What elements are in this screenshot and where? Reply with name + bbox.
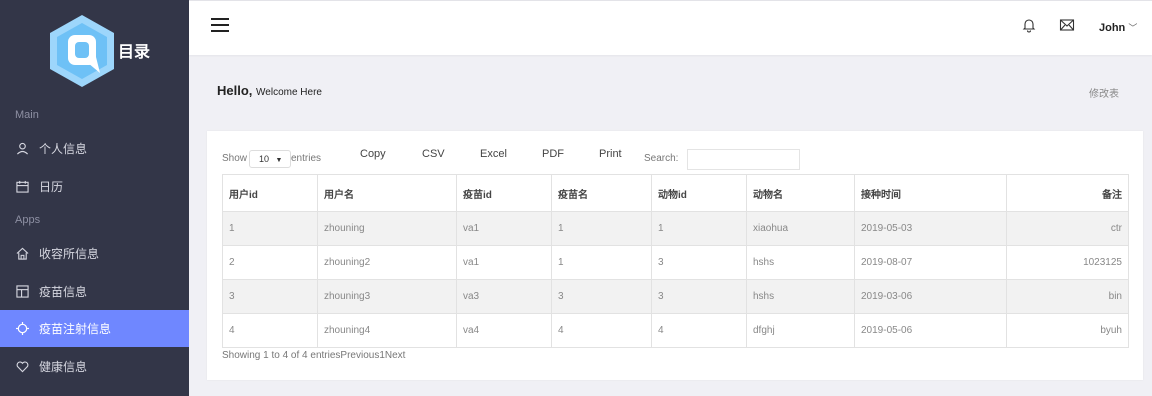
sidebar-item-label: 个人信息 bbox=[39, 142, 88, 156]
table-cell: 2019-05-06 bbox=[854, 313, 1007, 348]
table-cell: va3 bbox=[456, 279, 552, 314]
column-header[interactable]: 接种时间 bbox=[854, 174, 1007, 212]
logo-text: 目录 bbox=[118, 44, 151, 61]
pdf-button[interactable]: PDF bbox=[542, 148, 564, 160]
layout-icon bbox=[15, 285, 29, 299]
user-name: John bbox=[1099, 22, 1126, 34]
vaccination-table: 用户id 用户名 疫苗id 疫苗名 动物id 动物名 接种时间 备注 1 zho… bbox=[222, 174, 1129, 348]
menu-toggle-icon[interactable] bbox=[211, 18, 229, 32]
calendar-icon bbox=[15, 180, 29, 194]
sidebar-item-label: 疫苗信息 bbox=[39, 285, 88, 299]
column-header[interactable]: 动物名 bbox=[746, 174, 855, 212]
sidebar-item-shelter[interactable]: 收容所信息 bbox=[0, 235, 189, 272]
table-cell: 1 bbox=[222, 211, 318, 246]
search-label: Search: bbox=[644, 153, 679, 164]
table-cell: va1 bbox=[456, 211, 552, 246]
excel-button[interactable]: Excel bbox=[480, 148, 507, 160]
table-cell: xiaohua bbox=[746, 211, 855, 246]
greeting-subtitle: Welcome Here bbox=[256, 87, 322, 98]
mail-icon[interactable] bbox=[1059, 17, 1075, 33]
home-icon bbox=[15, 247, 29, 261]
table-cell: 2019-03-06 bbox=[854, 279, 1007, 314]
section-main: Main bbox=[15, 109, 39, 121]
table-cell: bin bbox=[1006, 279, 1129, 314]
table-cell: va1 bbox=[456, 245, 552, 280]
table-cell: 1 bbox=[551, 245, 652, 280]
table-header-row: 用户id 用户名 疫苗id 疫苗名 动物id 动物名 接种时间 备注 bbox=[222, 174, 1129, 212]
section-apps: Apps bbox=[15, 214, 41, 226]
heart-icon bbox=[15, 360, 29, 374]
greeting-title: Hello, bbox=[217, 83, 253, 98]
sidebar-item-label: 健康信息 bbox=[39, 360, 88, 374]
sidebar-item-label: 疫苗注射信息 bbox=[39, 322, 112, 336]
show-label: Show bbox=[222, 153, 248, 164]
column-header[interactable]: 备注 bbox=[1006, 174, 1129, 212]
table-row: 4 zhouning4 va4 4 4 dfghj 2019-05-06 byu… bbox=[222, 313, 1129, 348]
sidebar-item-vaccination[interactable]: 疫苗注射信息 bbox=[0, 310, 189, 347]
sidebar-item-vaccine[interactable]: 疫苗信息 bbox=[0, 273, 189, 310]
crosshair-icon bbox=[15, 322, 29, 336]
bell-icon[interactable] bbox=[1021, 17, 1037, 33]
table-cell: 3 bbox=[651, 279, 747, 314]
table-cell: ctr bbox=[1006, 211, 1129, 246]
column-header[interactable]: 用户名 bbox=[317, 174, 457, 212]
table-cell: 4 bbox=[651, 313, 747, 348]
table-row: 2 zhouning2 va1 1 3 hshs 2019-08-07 1023… bbox=[222, 245, 1129, 280]
entries-label: entries bbox=[291, 153, 322, 164]
table-cell: byuh bbox=[1006, 313, 1129, 348]
table-info: Showing 1 to 4 of 4 entriesPrevious1Next bbox=[222, 350, 406, 361]
table-cell: 3 bbox=[651, 245, 747, 280]
table-cell: 1 bbox=[551, 211, 652, 246]
table-cell: zhouning2 bbox=[317, 245, 457, 280]
csv-button[interactable]: CSV bbox=[422, 148, 445, 160]
table-cell: 2 bbox=[222, 245, 318, 280]
table-cell: 2019-08-07 bbox=[854, 245, 1007, 280]
user-icon bbox=[15, 142, 29, 156]
column-header[interactable]: 疫苗名 bbox=[551, 174, 652, 212]
table-cell: zhouning3 bbox=[317, 279, 457, 314]
table-cell: 3 bbox=[551, 279, 652, 314]
sidebar-item-label: 日历 bbox=[39, 180, 64, 194]
sidebar-item-calendar[interactable]: 日历 bbox=[0, 168, 189, 205]
modify-table-link[interactable]: 修改表 bbox=[1089, 85, 1119, 100]
sidebar-item-health[interactable]: 健康信息 bbox=[0, 348, 189, 385]
table-cell: va4 bbox=[456, 313, 552, 348]
table-row: 3 zhouning3 va3 3 3 hshs 2019-03-06 bin bbox=[222, 279, 1129, 314]
caret-down-icon: ▼ bbox=[275, 157, 283, 164]
table-cell: hshs bbox=[746, 279, 855, 314]
sidebar: 目录 Main 个人信息 日历 Apps 收容所信息 疫苗信息 疫苗注射信息 健… bbox=[0, 0, 189, 396]
table-cell: zhouning4 bbox=[317, 313, 457, 348]
print-button[interactable]: Print bbox=[599, 148, 622, 160]
table-cell: 4 bbox=[222, 313, 318, 348]
page-length-select[interactable]: 10 ▼ bbox=[249, 150, 291, 168]
table-cell: 1023125 bbox=[1006, 245, 1129, 280]
page-greeting: Hello, Welcome Here bbox=[217, 83, 322, 98]
user-menu[interactable]: John ﹀ bbox=[1099, 21, 1137, 34]
table-cell: zhouning bbox=[317, 211, 457, 246]
table-cell: 3 bbox=[222, 279, 318, 314]
logo-icon bbox=[50, 15, 114, 87]
table-cell: 4 bbox=[551, 313, 652, 348]
chevron-down-icon: ﹀ bbox=[1128, 23, 1138, 33]
column-header[interactable]: 动物id bbox=[651, 174, 747, 212]
table-cell: dfghj bbox=[746, 313, 855, 348]
column-header[interactable]: 疫苗id bbox=[456, 174, 552, 212]
table-row: 1 zhouning va1 1 1 xiaohua 2019-05-03 ct… bbox=[222, 211, 1129, 246]
topbar: John ﹀ bbox=[189, 0, 1152, 55]
column-header[interactable]: 用户id bbox=[222, 174, 318, 212]
sidebar-item-profile[interactable]: 个人信息 bbox=[0, 130, 189, 167]
search-input[interactable] bbox=[687, 149, 800, 170]
table-cell: hshs bbox=[746, 245, 855, 280]
table-cell: 2019-05-03 bbox=[854, 211, 1007, 246]
table-cell: 1 bbox=[651, 211, 747, 246]
page-length-value: 10 bbox=[259, 154, 270, 164]
copy-button[interactable]: Copy bbox=[360, 148, 386, 160]
sidebar-item-label: 收容所信息 bbox=[39, 247, 100, 261]
